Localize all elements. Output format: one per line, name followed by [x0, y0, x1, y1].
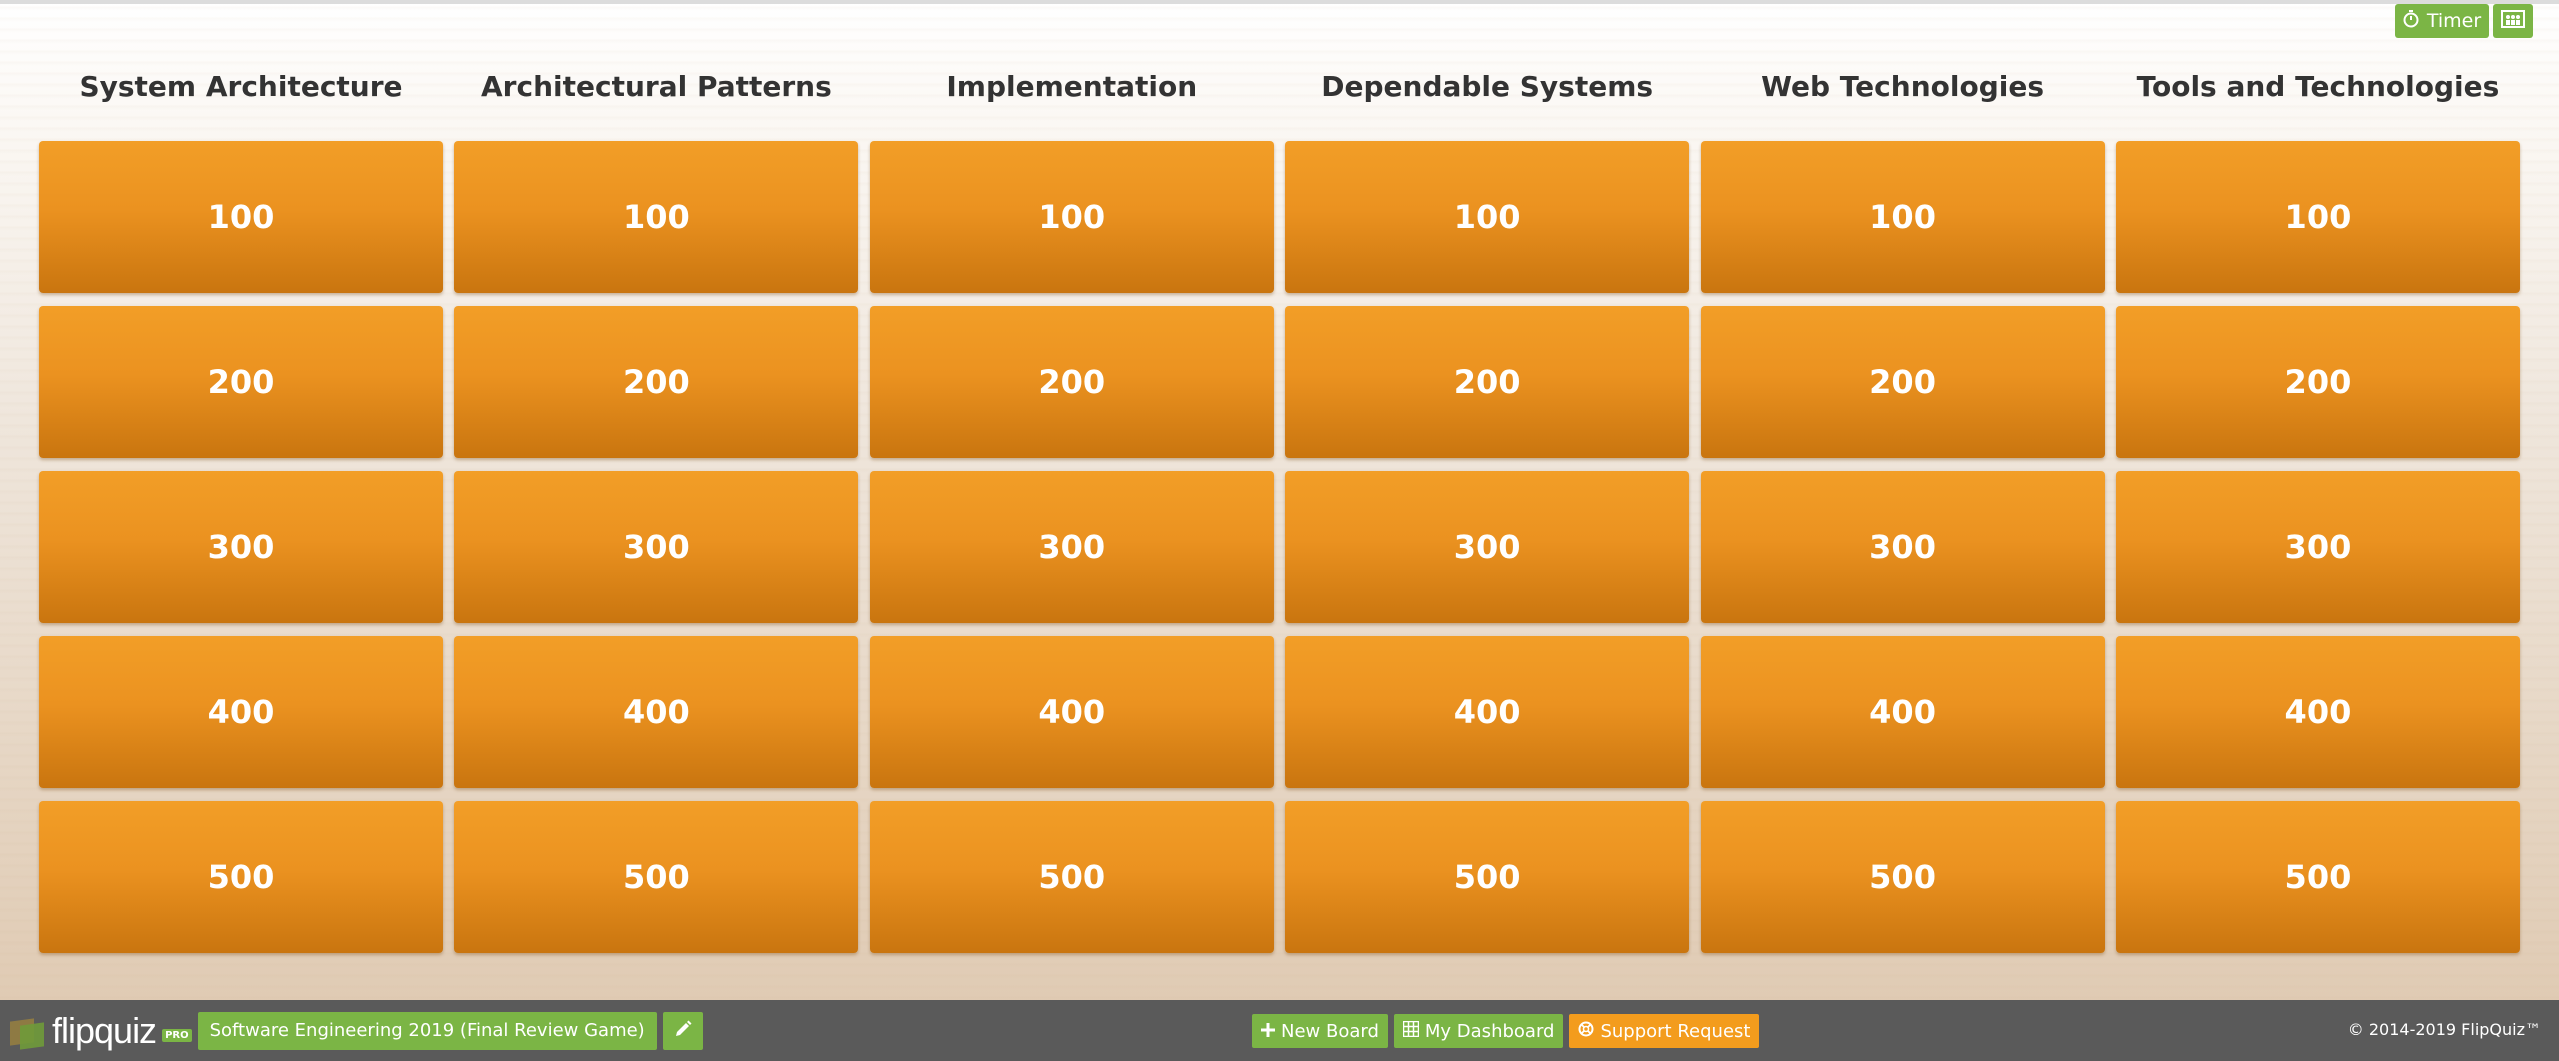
tile-stack: 100 200 300 400 500: [2115, 141, 2520, 953]
category-column: System Architecture 100 200 300 400 500: [39, 66, 443, 953]
logo-icon: [10, 1016, 46, 1050]
category-title: Architectural Patterns: [481, 70, 832, 103]
question-tile[interactable]: 100: [869, 141, 1274, 293]
tile-stack: 100 200 300 400 500: [1285, 141, 1690, 953]
question-tile[interactable]: 200: [869, 306, 1274, 458]
category-title: Dependable Systems: [1321, 70, 1654, 103]
question-tile[interactable]: 100: [39, 141, 443, 293]
question-tile[interactable]: 300: [2115, 471, 2520, 623]
pro-badge: PRO: [162, 1029, 192, 1042]
pencil-icon: [674, 1020, 692, 1042]
teams-button[interactable]: [2493, 4, 2533, 38]
question-tile[interactable]: 400: [1285, 636, 1690, 788]
flipquiz-logo[interactable]: flipquiz PRO: [10, 1010, 192, 1052]
lifebuoy-icon: [1578, 1021, 1594, 1042]
question-tile[interactable]: 200: [1700, 306, 2105, 458]
game-board: System Architecture 100 200 300 400 500 …: [39, 66, 2520, 953]
question-tile[interactable]: 200: [454, 306, 859, 458]
question-tile[interactable]: 300: [1700, 471, 2105, 623]
timer-button[interactable]: Timer: [2395, 4, 2489, 38]
question-tile[interactable]: 500: [2115, 801, 2520, 953]
question-tile[interactable]: 100: [2115, 141, 2520, 293]
question-tile[interactable]: 300: [1285, 471, 1690, 623]
category-column: Architectural Patterns 100 200 300 400 5…: [454, 66, 859, 953]
question-tile[interactable]: 300: [39, 471, 443, 623]
tile-stack: 100 200 300 400 500: [454, 141, 859, 953]
question-tile[interactable]: 100: [454, 141, 859, 293]
question-tile[interactable]: 100: [1285, 141, 1690, 293]
logo-text: flipquiz: [52, 1009, 157, 1051]
category-title: Implementation: [946, 70, 1198, 103]
plus-icon: [1261, 1021, 1275, 1042]
tile-stack: 100 200 300 400 500: [869, 141, 1274, 953]
question-tile[interactable]: 200: [39, 306, 443, 458]
copyright-text: © 2014-2019 FlipQuiz™: [2347, 1020, 2541, 1039]
support-request-label: Support Request: [1600, 1020, 1751, 1042]
question-tile[interactable]: 200: [1285, 306, 1690, 458]
question-tile[interactable]: 400: [869, 636, 1274, 788]
category-title: Tools and Technologies: [2136, 70, 2500, 103]
question-tile[interactable]: 300: [869, 471, 1274, 623]
tile-stack: 100 200 300 400 500: [39, 141, 443, 953]
question-tile[interactable]: 500: [39, 801, 443, 953]
question-tile[interactable]: 100: [1700, 141, 2105, 293]
question-tile[interactable]: 500: [1700, 801, 2105, 953]
category-column: Web Technologies 100 200 300 400 500: [1700, 66, 2105, 953]
support-request-button[interactable]: Support Request: [1569, 1014, 1760, 1048]
category-column: Dependable Systems 100 200 300 400 500: [1285, 66, 1690, 953]
category-title: System Architecture: [79, 70, 403, 103]
teams-icon: [2501, 9, 2525, 33]
tile-stack: 100 200 300 400 500: [1700, 141, 2105, 953]
category-title: Web Technologies: [1761, 70, 2044, 103]
question-tile[interactable]: 500: [869, 801, 1274, 953]
footer-actions: New Board My Dashboard Support Request: [1252, 1014, 1760, 1048]
question-tile[interactable]: 500: [1285, 801, 1690, 953]
my-dashboard-button[interactable]: My Dashboard: [1393, 1014, 1564, 1048]
timer-label: Timer: [2426, 10, 2482, 32]
top-controls: Timer: [2395, 4, 2533, 38]
my-dashboard-label: My Dashboard: [1424, 1020, 1555, 1042]
footer-bar: flipquiz PRO Software Engineering 2019 (…: [0, 1000, 2559, 1061]
question-tile[interactable]: 200: [2115, 306, 2520, 458]
category-column: Implementation 100 200 300 400 500: [869, 66, 1274, 953]
new-board-button[interactable]: New Board: [1252, 1014, 1388, 1048]
question-tile[interactable]: 300: [454, 471, 859, 623]
question-tile[interactable]: 400: [1700, 636, 2105, 788]
category-column: Tools and Technologies 100 200 300 400 5…: [2115, 66, 2520, 953]
new-board-label: New Board: [1281, 1020, 1379, 1042]
question-tile[interactable]: 400: [2115, 636, 2520, 788]
question-tile[interactable]: 400: [454, 636, 859, 788]
game-title: Software Engineering 2019 (Final Review …: [197, 1011, 657, 1050]
top-border: [0, 0, 2559, 4]
edit-button[interactable]: [662, 1011, 703, 1050]
question-tile[interactable]: 400: [39, 636, 443, 788]
grid-icon: [1402, 1020, 1420, 1042]
stopwatch-icon: [2403, 9, 2419, 33]
question-tile[interactable]: 500: [454, 801, 859, 953]
